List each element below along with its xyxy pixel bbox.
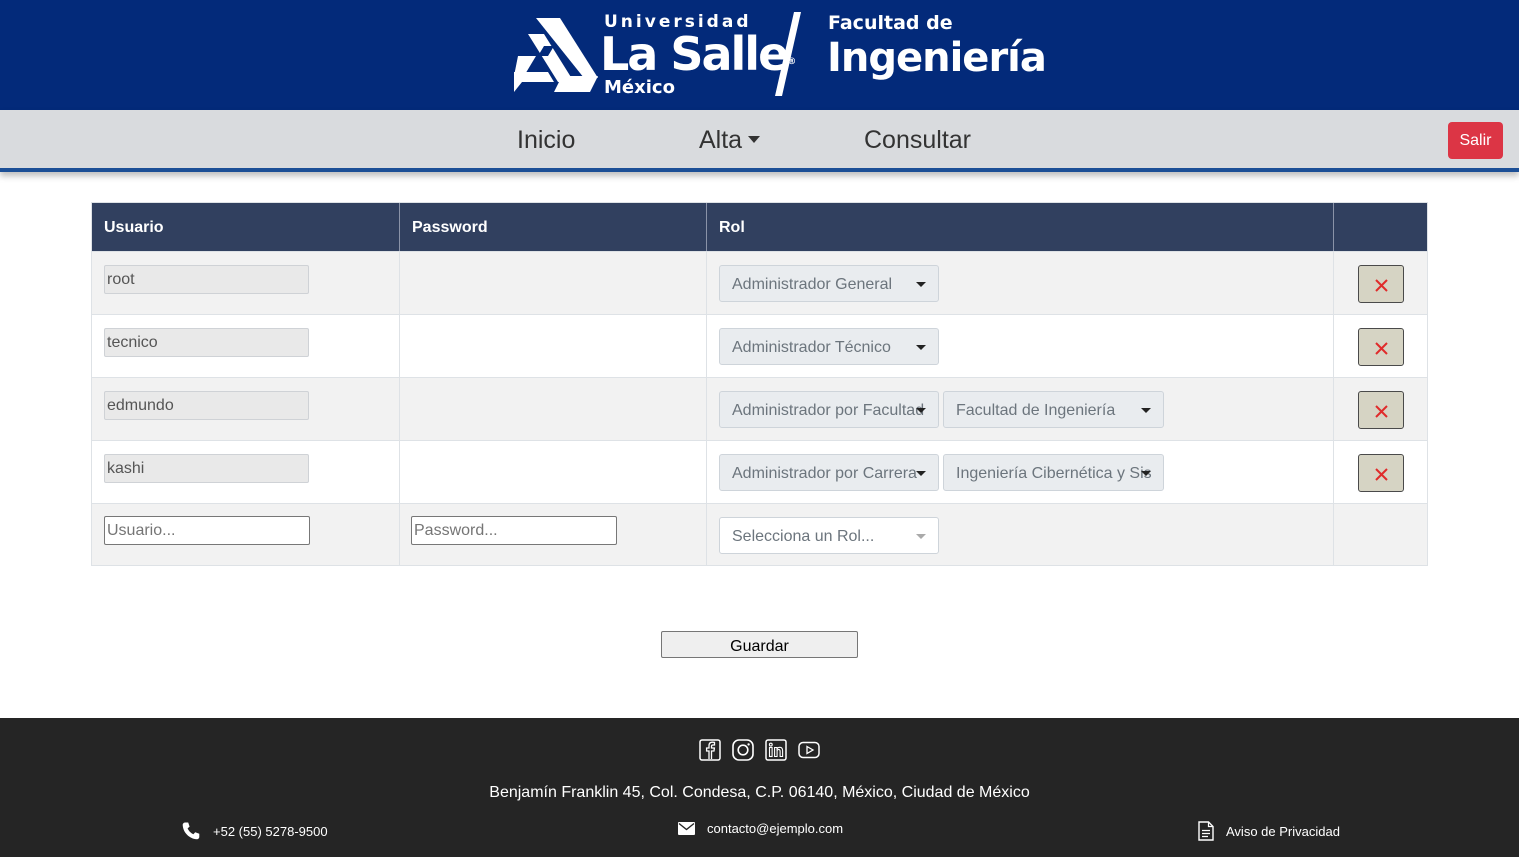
username-field[interactable]: tecnico (104, 328, 309, 357)
facultad-select[interactable]: Facultad de Ingeniería (943, 391, 1164, 428)
email-address: contacto@ejemplo.com (707, 821, 844, 836)
dropdown-arrow-icon (916, 345, 926, 350)
la-salle-mark-icon (514, 18, 598, 92)
site-footer: Benjamín Franklin 45, Col. Condesa, C.P.… (0, 718, 1519, 857)
users-table: Usuario Password Rol root Administrador … (91, 202, 1428, 566)
close-icon (1375, 405, 1388, 418)
username-field[interactable]: root (104, 265, 309, 294)
delete-user-button[interactable] (1358, 454, 1404, 492)
header-usuario: Usuario (92, 203, 400, 251)
facultad-de-text: Facultad de (828, 12, 953, 34)
la-salle-label: La Salle (600, 27, 789, 81)
rol-select[interactable]: Administrador General (719, 265, 939, 302)
username-field[interactable]: edmundo (104, 391, 309, 420)
mexico-text: México (604, 77, 675, 98)
delete-user-button[interactable] (1358, 265, 1404, 303)
divider-slash-icon (775, 12, 801, 96)
dropdown-arrow-icon (916, 282, 926, 287)
dropdown-arrow-icon (916, 534, 926, 539)
envelope-icon (678, 822, 695, 835)
footer-address: Benjamín Franklin 45, Col. Condesa, C.P.… (489, 784, 1030, 801)
main-navbar: Inicio Alta Consultar Salir (0, 110, 1519, 172)
new-rol-select-placeholder: Selecciona un Rol... (732, 528, 875, 545)
delete-user-button[interactable] (1358, 328, 1404, 366)
rol-select-value: Administrador por Carrera (732, 465, 917, 482)
phone-number: +52 (55) 5278-9500 (213, 823, 328, 839)
logout-button[interactable]: Salir (1448, 122, 1503, 159)
instagram-icon[interactable] (732, 739, 754, 761)
nav-alta-dropdown[interactable]: Alta (699, 126, 761, 155)
dropdown-arrow-icon (1141, 471, 1151, 476)
header-password: Password (400, 203, 707, 251)
table-row: tecnico Administrador Técnico (92, 314, 1427, 377)
table-row: edmundo Administrador por Facultad Facul… (92, 377, 1427, 440)
dropdown-arrow-icon (916, 408, 926, 413)
rol-select[interactable]: Administrador Técnico (719, 328, 939, 365)
new-user-row: Selecciona un Rol... (92, 503, 1427, 565)
new-password-input[interactable] (411, 516, 617, 545)
facebook-icon[interactable] (699, 739, 721, 761)
rol-select-value: Administrador General (732, 276, 893, 293)
linkedin-icon[interactable] (765, 739, 787, 761)
footer-email[interactable]: contacto@ejemplo.com (678, 821, 843, 836)
university-logo[interactable]: Universidad La Salle® México Facultad de… (514, 10, 1047, 102)
close-icon (1375, 342, 1388, 355)
rol-select-value: Administrador por Facultad (732, 402, 925, 419)
document-icon (1198, 821, 1214, 841)
ingenieria-text: Ingeniería (827, 35, 1047, 81)
table-row: root Administrador General (92, 251, 1427, 314)
phone-icon (182, 822, 200, 840)
nav-consultar[interactable]: Consultar (864, 126, 971, 155)
privacy-label: Aviso de Privacidad (1226, 823, 1340, 839)
dropdown-arrow-icon (916, 471, 926, 476)
table-row: kashi Administrador por Carrera Ingenier… (92, 440, 1427, 503)
header-actions (1334, 203, 1428, 251)
close-icon (1375, 279, 1388, 292)
delete-user-button[interactable] (1358, 391, 1404, 429)
facultad-select-value: Facultad de Ingeniería (956, 402, 1116, 419)
rol-select-value: Administrador Técnico (732, 339, 891, 356)
save-button[interactable]: Guardar (661, 631, 858, 658)
nav-inicio[interactable]: Inicio (517, 126, 575, 155)
new-rol-select[interactable]: Selecciona un Rol... (719, 517, 939, 554)
close-icon (1375, 468, 1388, 481)
privacy-notice-link[interactable]: Aviso de Privacidad (1198, 821, 1340, 841)
username-field[interactable]: kashi (104, 454, 309, 483)
header-rol: Rol (707, 203, 1334, 251)
nav-alta-label: Alta (699, 126, 743, 154)
site-header: Universidad La Salle® México Facultad de… (0, 0, 1519, 110)
rol-select[interactable]: Administrador por Facultad (719, 391, 939, 428)
footer-phone[interactable]: +52 (55) 5278-9500 (181, 821, 328, 841)
rol-select[interactable]: Administrador por Carrera (719, 454, 939, 491)
carrera-select[interactable]: Ingeniería Cibernética y Sistemas Comput… (943, 454, 1164, 491)
caret-down-icon (748, 136, 761, 143)
youtube-icon[interactable] (798, 739, 820, 761)
new-username-input[interactable] (104, 516, 310, 545)
table-header: Usuario Password Rol (92, 203, 1427, 251)
carrera-select-value: Ingeniería Cibernética y Sistemas Comput… (956, 465, 1151, 482)
dropdown-arrow-icon (1141, 408, 1151, 413)
